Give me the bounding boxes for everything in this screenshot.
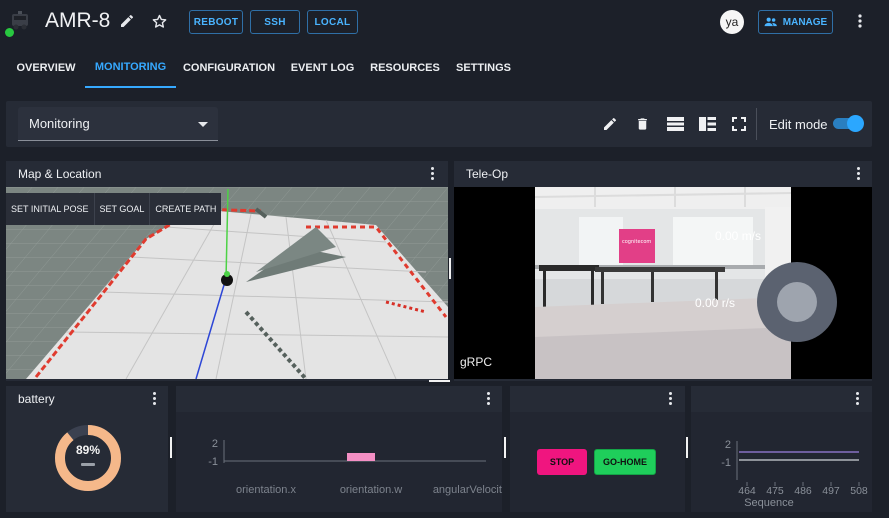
battery-widget-title: battery bbox=[18, 392, 55, 406]
edit-mode-toggle[interactable] bbox=[833, 115, 864, 132]
tab-configuration[interactable]: CONFIGURATION bbox=[179, 48, 279, 88]
teleop-video: cognitecom 0.00 m/s 0.00 r/s gRPC bbox=[454, 187, 872, 379]
joystick-knob[interactable] bbox=[777, 282, 817, 322]
y-tick-label: 2 bbox=[212, 438, 218, 450]
bar-orientation.w bbox=[347, 453, 375, 461]
resize-handle[interactable] bbox=[170, 437, 172, 458]
more-vert-icon[interactable] bbox=[850, 11, 870, 31]
sequence-chart-widget: 2 -1 464 475 486 497 508 Sequence bbox=[691, 386, 872, 512]
dashboard-select[interactable]: Monitoring bbox=[18, 107, 218, 141]
x-tick-label: angularVelocity.y bbox=[433, 484, 502, 496]
edit-name-icon[interactable] bbox=[117, 11, 137, 31]
toggle-knob bbox=[847, 115, 864, 132]
battery-percent: 89% bbox=[76, 443, 101, 457]
favorite-star-icon[interactable] bbox=[149, 11, 169, 31]
stop-button[interactable]: STOP bbox=[537, 449, 587, 475]
dropdown-caret-icon bbox=[198, 122, 208, 127]
pencil-icon[interactable] bbox=[600, 114, 620, 134]
online-status-dot bbox=[5, 28, 14, 37]
x-tick-label: 497 bbox=[822, 485, 840, 497]
tab-event-log[interactable]: EVENT LOG bbox=[284, 48, 361, 88]
battery-level-arc bbox=[55, 425, 121, 491]
battery-gauge bbox=[55, 425, 121, 491]
linear-speed-readout: 0.00 m/s bbox=[715, 229, 762, 243]
resize-handle[interactable] bbox=[449, 258, 451, 279]
orientation-bar-chart: 2 -1 orientation.x orientation.w angularVelo… bbox=[208, 438, 502, 496]
x-tick-label: 508 bbox=[850, 485, 868, 497]
angular-speed-readout: 0.00 r/s bbox=[695, 296, 736, 310]
go-home-button[interactable]: GO-HOME bbox=[594, 449, 656, 475]
fullscreen-icon[interactable] bbox=[729, 114, 749, 134]
tab-resources[interactable]: RESOURCES bbox=[366, 48, 444, 88]
dashboard-select-value: Monitoring bbox=[29, 116, 90, 131]
x-tick-label: orientation.x bbox=[236, 484, 296, 496]
tab-overview[interactable]: OVERVIEW bbox=[8, 48, 84, 88]
nav-tabs: OVERVIEW MONITORING CONFIGURATION EVENT … bbox=[0, 48, 889, 90]
dashboard-toolbar: Monitoring Edit mode bbox=[6, 101, 872, 147]
reboot-button[interactable]: REBOOT bbox=[189, 10, 243, 34]
toolbar-divider bbox=[756, 108, 757, 140]
x-tick-label: 486 bbox=[794, 485, 812, 497]
battery-widget: battery 89% bbox=[6, 386, 168, 512]
teleop-widget-menu-icon[interactable] bbox=[856, 167, 862, 181]
set-initial-pose-button[interactable]: SET INITIAL POSE bbox=[6, 193, 95, 225]
sequence-line-chart: 2 -1 464 475 486 497 508 Sequence bbox=[721, 439, 868, 509]
local-button[interactable]: LOCAL bbox=[307, 10, 358, 34]
orientation-chart-widget: 2 -1 orientation.x orientation.w angularVelo… bbox=[176, 386, 502, 512]
tab-settings[interactable]: SETTINGS bbox=[450, 48, 517, 88]
office-sign-text: cognitecom bbox=[622, 239, 651, 245]
edit-mode-label: Edit mode bbox=[769, 117, 828, 132]
robot-name: AMR-8 bbox=[45, 9, 111, 32]
battery-sublabel bbox=[81, 463, 95, 466]
split-layout-icon[interactable] bbox=[697, 114, 717, 134]
camera-feed: cognitecom bbox=[535, 187, 791, 379]
map-widget-title: Map & Location bbox=[18, 167, 102, 181]
map-widget-menu-icon[interactable] bbox=[430, 167, 436, 181]
y-tick-label: -1 bbox=[721, 457, 731, 469]
resize-handle[interactable] bbox=[504, 437, 506, 458]
x-tick-label: 475 bbox=[766, 485, 784, 497]
x-axis-title: Sequence bbox=[744, 497, 794, 509]
group-icon bbox=[764, 17, 777, 27]
rows-layout-icon[interactable] bbox=[665, 114, 685, 134]
teleop-widget-title: Tele-Op bbox=[466, 167, 509, 181]
manage-button[interactable]: MANAGE bbox=[758, 10, 833, 34]
map-actions: SET INITIAL POSE SET GOAL CREATE PATH bbox=[6, 193, 222, 225]
set-goal-button[interactable]: SET GOAL bbox=[95, 193, 151, 225]
battery-widget-menu-icon[interactable] bbox=[152, 392, 158, 406]
user-avatar[interactable]: ya bbox=[720, 10, 744, 34]
x-tick-label: 464 bbox=[738, 485, 756, 497]
resize-handle[interactable] bbox=[429, 380, 450, 382]
resize-handle[interactable] bbox=[686, 437, 688, 458]
x-tick-label: orientation.w bbox=[340, 484, 402, 496]
actions-widget: STOP GO-HOME bbox=[510, 386, 685, 512]
tab-monitoring[interactable]: MONITORING bbox=[85, 48, 176, 88]
top-bar: AMR-8 REBOOT SSH LOCAL ya MANAGE bbox=[0, 0, 889, 44]
create-path-button[interactable]: CREATE PATH bbox=[150, 193, 221, 225]
joystick[interactable] bbox=[757, 262, 837, 342]
manage-label: MANAGE bbox=[782, 16, 828, 28]
ssh-button[interactable]: SSH bbox=[250, 10, 300, 34]
trash-icon[interactable] bbox=[632, 114, 652, 134]
y-tick-label: 2 bbox=[725, 439, 731, 451]
y-tick-label: -1 bbox=[208, 456, 218, 468]
transport-label: gRPC bbox=[460, 355, 493, 369]
actions-widget-menu-icon[interactable] bbox=[668, 392, 674, 406]
